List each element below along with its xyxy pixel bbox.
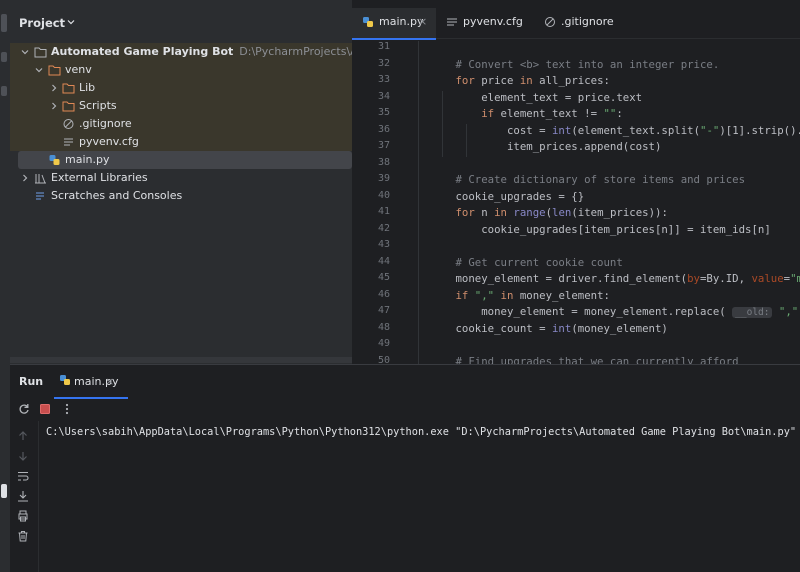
code-line[interactable]: money_element = money_element.replace( _… — [404, 305, 800, 318]
close-run-tab-icon[interactable]: × — [105, 375, 114, 388]
library-icon — [35, 174, 46, 184]
code-line[interactable]: cookie_upgrades[item_prices[n]] = item_i… — [404, 223, 771, 236]
code-editor: main.py × pyvenv.cfg .gitignore 31 32 33 34… — [352, 0, 800, 366]
console-output[interactable]: C:\Users\sabih\AppData\Local\Programs\Py… — [46, 426, 796, 438]
code-line[interactable]: # Convert <b> text into an integer price… — [404, 58, 719, 71]
tree-item-external[interactable]: External Libraries — [10, 169, 352, 187]
tree-item-label: Automated Game Playing Bot — [51, 45, 234, 58]
run-tab-main[interactable]: main.py × — [54, 365, 128, 399]
folder-icon — [62, 101, 75, 112]
run-panel-title: Run — [19, 375, 44, 388]
scroll-to-end-icon[interactable] — [17, 490, 29, 502]
tree-item-scripts[interactable]: Scripts — [10, 97, 352, 115]
code-line[interactable]: cookie_upgrades = {} — [404, 190, 584, 203]
tree-item-lib[interactable]: Lib — [10, 79, 352, 97]
folder-icon — [34, 47, 47, 58]
tree-item-pyvenv[interactable]: pyvenv.cfg — [10, 133, 352, 151]
code-line[interactable]: element_text = price.text — [404, 91, 642, 104]
more-options-icon[interactable] — [64, 403, 70, 415]
project-panel: Project Automated Game Playing Bot D:\Pyc… — [10, 0, 411, 364]
run-toolbar — [10, 399, 800, 421]
arrow-up-icon[interactable] — [17, 430, 29, 442]
folder-icon — [48, 65, 61, 76]
tree-item-label: Scratches and Consoles — [51, 189, 183, 202]
config-file-icon — [447, 18, 457, 26]
tab-main-py[interactable]: main.py × — [352, 8, 436, 40]
code-line[interactable]: money_element = driver.find_element(by=B… — [404, 272, 800, 285]
tree-item-label: .gitignore — [79, 117, 132, 130]
rerun-icon[interactable] — [18, 403, 30, 415]
tab-label: .gitignore — [561, 15, 614, 28]
code-line[interactable]: if element_text != "": — [404, 107, 623, 120]
terminal-tool-icon[interactable] — [1, 484, 7, 498]
horizontal-scrollbar[interactable] — [10, 357, 352, 363]
tree-item-venv[interactable]: venv — [10, 61, 352, 79]
code-line[interactable]: for n in range(len(item_prices)): — [404, 206, 667, 219]
code-line[interactable]: # Get current cookie count — [404, 256, 622, 269]
tree-item-gitignore[interactable]: .gitignore — [10, 115, 352, 133]
tab-gitignore[interactable]: .gitignore — [534, 8, 629, 38]
tree-item-label: External Libraries — [51, 171, 148, 184]
chevron-right-icon[interactable] — [50, 84, 58, 92]
chevron-down-icon[interactable] — [66, 17, 76, 27]
tab-label: pyvenv.cfg — [463, 15, 523, 28]
print-icon[interactable] — [17, 510, 29, 522]
run-side-toolbar — [10, 421, 39, 572]
project-tool-icon[interactable] — [1, 14, 7, 32]
folder-icon — [62, 83, 75, 94]
code-line[interactable]: item_prices.append(cost) — [404, 140, 661, 153]
chevron-right-icon[interactable] — [21, 174, 29, 182]
tree-item-label: Lib — [79, 81, 96, 94]
code-line[interactable]: # Find upgrades that we can currently af… — [404, 355, 738, 365]
soft-wrap-icon[interactable] — [17, 470, 29, 482]
python-file-icon — [49, 155, 60, 165]
run-panel: Run main.py × C:\Users\sabih\AppData\Loc… — [10, 365, 800, 572]
python-file-icon — [60, 375, 70, 385]
tree-item-main[interactable]: main.py — [10, 151, 352, 169]
ignore-file-icon — [545, 17, 555, 27]
project-title[interactable]: Project — [19, 16, 65, 30]
close-tab-icon[interactable]: × — [418, 8, 427, 36]
editor-tab-bar: main.py × pyvenv.cfg .gitignore — [352, 0, 800, 40]
code-area[interactable]: # Convert <b> text into an integer price… — [352, 38, 800, 364]
tree-item-root[interactable]: Automated Game Playing Bot D:\PycharmProj… — [10, 43, 411, 61]
tab-label: main.py — [379, 15, 424, 28]
tree-item-scratches[interactable]: Scratches and Consoles — [10, 187, 352, 205]
code-line[interactable]: cookie_count = int(money_element) — [404, 322, 667, 335]
trash-icon[interactable] — [17, 530, 29, 542]
code-line[interactable]: cost = int(element_text.split("-")[1].st… — [404, 124, 800, 137]
config-file-icon — [64, 138, 73, 146]
code-line[interactable]: # Create dictionary of store items and p… — [404, 173, 745, 186]
stop-icon[interactable] — [39, 403, 51, 415]
arrow-down-icon[interactable] — [17, 450, 29, 462]
chevron-right-icon[interactable] — [50, 102, 58, 110]
code-line[interactable]: for price in all_prices: — [404, 74, 609, 87]
tree-item-label: pyvenv.cfg — [79, 135, 139, 148]
scratches-icon — [36, 192, 44, 200]
tree-item-label: Scripts — [79, 99, 117, 112]
code-line[interactable]: if "," in money_element: — [404, 289, 609, 302]
chevron-down-icon[interactable] — [35, 66, 43, 74]
structure-tool-icon[interactable] — [1, 86, 7, 96]
commit-tool-icon[interactable] — [1, 52, 7, 62]
tab-pyvenv-cfg[interactable]: pyvenv.cfg — [436, 8, 534, 38]
tree-item-label: venv — [65, 63, 92, 76]
chevron-down-icon[interactable] — [21, 48, 29, 56]
run-header: Run main.py × — [10, 365, 800, 399]
project-header: Project — [10, 0, 352, 44]
ignore-file-icon — [63, 119, 74, 129]
python-file-icon — [363, 17, 373, 27]
tree-item-label: main.py — [65, 153, 110, 166]
